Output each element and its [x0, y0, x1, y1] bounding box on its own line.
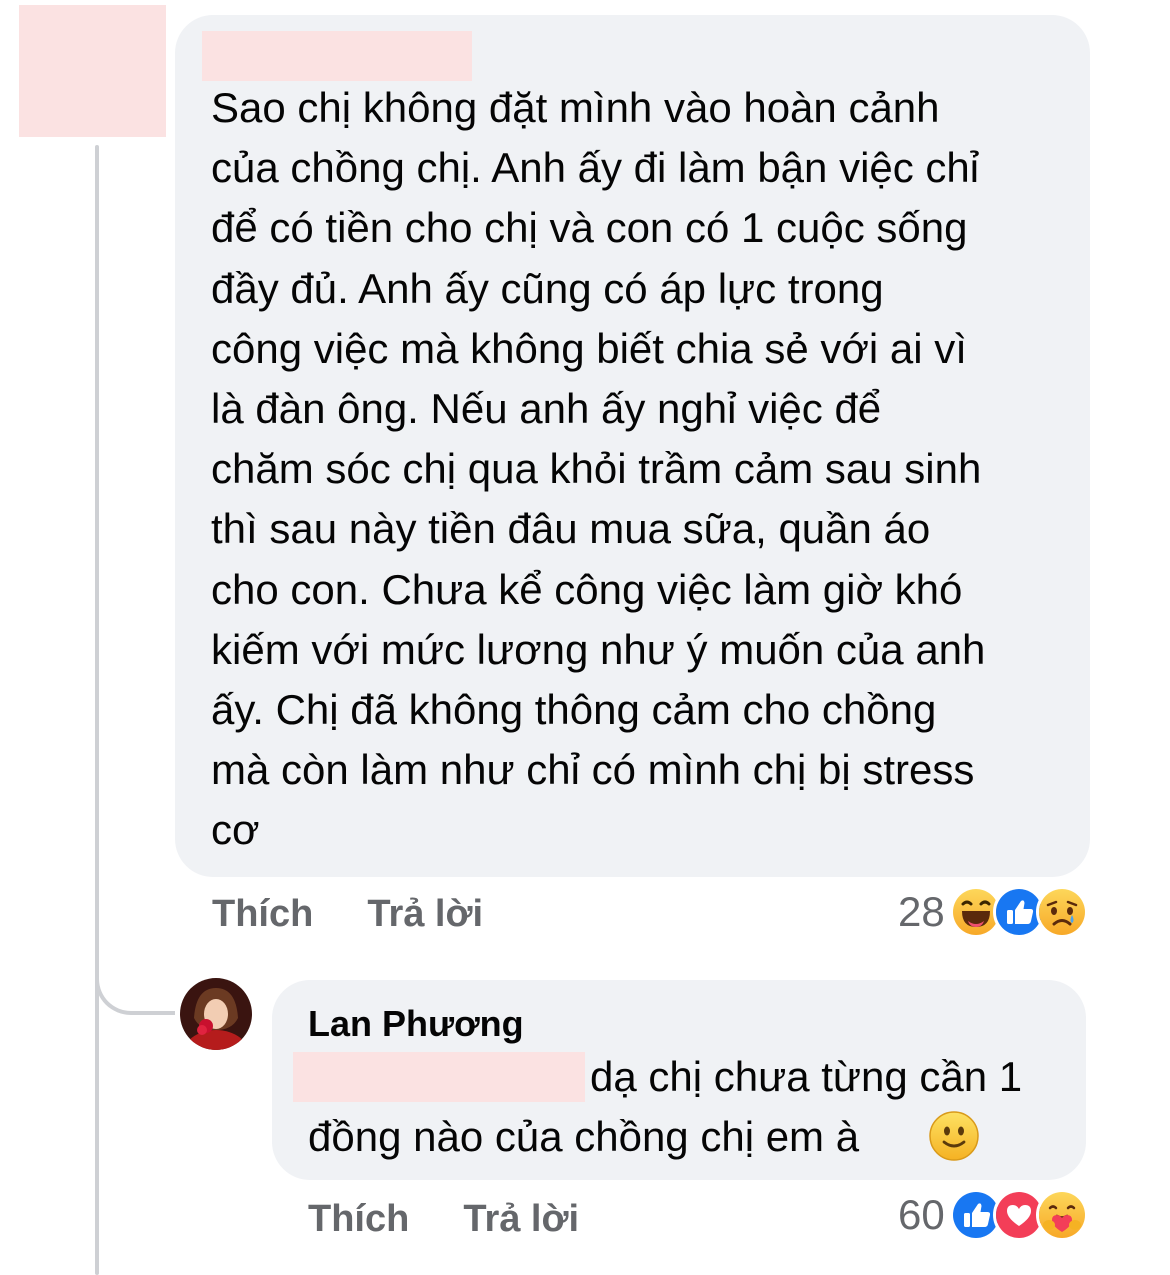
commenter-name-redacted[interactable]: [202, 31, 472, 81]
reply-reactions[interactable]: 60: [898, 1189, 1088, 1241]
reply-button[interactable]: Trả lời: [463, 1198, 579, 1241]
reply-author-avatar[interactable]: [180, 978, 252, 1050]
commenter-avatar-redacted[interactable]: [19, 5, 166, 137]
reply-button[interactable]: Trả lời: [367, 893, 483, 936]
care-icon: [1035, 1189, 1088, 1241]
mention-redacted[interactable]: [293, 1052, 585, 1102]
sad-icon: [1035, 886, 1088, 938]
thread-branch-connector: [95, 940, 175, 1015]
thread-line: [95, 145, 99, 1275]
like-button[interactable]: Thích: [308, 1198, 409, 1241]
reply-text-line-2: đồng nào của chồng chị em à: [308, 1113, 860, 1160]
reaction-count: 28: [898, 888, 945, 935]
comment-text: Sao chị không đặt mình vào hoàn cảnh của…: [211, 84, 986, 854]
reply-text-line-1: dạ chị chưa từng cần 1: [590, 1053, 1023, 1100]
reply-author-name[interactable]: Lan Phương: [308, 1003, 524, 1045]
comment-reactions[interactable]: 28: [898, 886, 1088, 938]
slight-smile-emoji-icon: [928, 1110, 980, 1162]
reply-actions: Thích Trả lời: [308, 1198, 579, 1241]
comment-thread: Sao chị không đặt mình vào hoàn cảnh của…: [0, 0, 1170, 1275]
comment-actions: Thích Trả lời: [212, 893, 483, 936]
reaction-count: 60: [898, 1191, 945, 1238]
like-button[interactable]: Thích: [212, 893, 313, 936]
